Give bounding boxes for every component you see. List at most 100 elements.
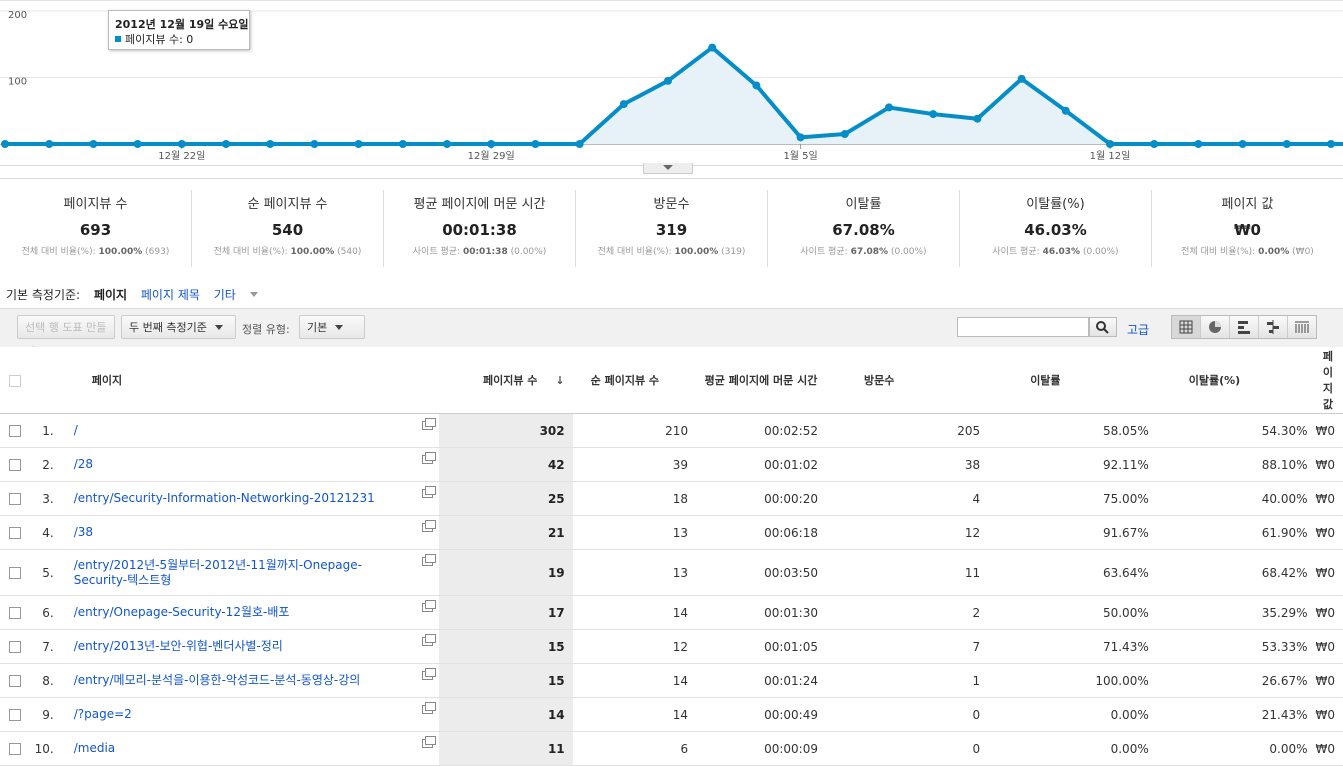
pivot-view-button[interactable] [1288, 316, 1316, 338]
data-point [841, 130, 849, 138]
open-external-icon[interactable] [422, 603, 433, 612]
data-point [310, 140, 318, 148]
table-row: 3./entry/Security-Information-Networking… [0, 482, 1343, 516]
col-header-pageviews[interactable]: 페이지뷰 수↓ [439, 347, 572, 414]
open-external-icon[interactable] [422, 489, 433, 498]
data-point [355, 140, 363, 148]
dimension-page[interactable]: 페이지 [94, 288, 127, 302]
pie-view-button[interactable] [1201, 316, 1230, 338]
data-point [797, 133, 805, 141]
scorecard[interactable]: 순 페이지뷰 수540전체 대비 비율(%): 100.00% (540) [192, 190, 384, 267]
data-point [89, 140, 97, 148]
scorecard-value: 693 [0, 221, 191, 241]
dimension-other-dropdown[interactable]: 기타 [214, 288, 268, 302]
page-link[interactable]: /media [74, 741, 440, 756]
sort-type-dropdown[interactable]: 기본 [299, 315, 365, 339]
open-external-icon[interactable] [422, 671, 433, 680]
row-checkbox[interactable] [9, 493, 21, 505]
col-header-page-value[interactable]: 페이지 값 [1316, 347, 1343, 414]
row-checkbox[interactable] [9, 459, 21, 471]
comparison-view-button[interactable] [1259, 316, 1288, 338]
page-link[interactable]: / [74, 423, 440, 438]
data-point [222, 140, 230, 148]
cell-pageviews: 17 [439, 596, 572, 630]
table-row: 6./entry/Onepage-Security-12월호-배포171400:… [0, 596, 1343, 630]
cell-page-value: ₩0 [1316, 596, 1343, 630]
chart-collapse-button[interactable] [643, 163, 693, 174]
open-external-icon[interactable] [422, 705, 433, 714]
cell-exit-rate: 21.43% [1157, 698, 1316, 732]
row-checkbox[interactable] [9, 675, 21, 687]
cell-exit-rate: 54.30% [1157, 414, 1316, 448]
cell-exit-rate: 68.42% [1157, 550, 1316, 596]
cell-pageviews: 25 [439, 482, 572, 516]
cell-visits: 0 [826, 732, 988, 766]
scorecard[interactable]: 페이지 값₩0전체 대비 비율(%): 0.00% (₩0) [1152, 190, 1343, 267]
scorecard-value: 319 [576, 221, 767, 241]
cell-visits: 1 [826, 664, 988, 698]
cell-pageviews: 15 [439, 630, 572, 664]
row-number: 5. [29, 550, 66, 596]
row-checkbox[interactable] [9, 641, 21, 653]
data-point [576, 140, 584, 148]
dimension-page-title[interactable]: 페이지 제목 [141, 288, 200, 302]
search-input[interactable] [957, 317, 1089, 337]
scorecard-label: 페이지뷰 수 [0, 193, 191, 213]
secondary-dimension-dropdown[interactable]: 두 번째 측정기준 [121, 315, 236, 339]
col-header-unique-pageviews[interactable]: 순 페이지뷰 수 [573, 347, 696, 414]
select-all-checkbox[interactable] [9, 375, 21, 387]
data-point [664, 77, 672, 85]
scorecard-comparison: 사이트 평균: 67.08% (0.00%) [768, 244, 959, 257]
cell-avg-time: 00:01:24 [696, 664, 826, 698]
col-header-visits[interactable]: 방문수 [826, 347, 988, 414]
cell-visits: 0 [826, 698, 988, 732]
scorecard[interactable]: 페이지뷰 수 693 전체 대비 비율(%): 100.00% (693) [0, 190, 192, 267]
col-header-avg-time[interactable]: 평균 페이지에 머문 시간 [696, 347, 826, 414]
page-link[interactable]: /entry/2012년-5월부터-2012년-11월까지-Onepage-Se… [74, 558, 440, 588]
page-link[interactable]: /entry/메모리-분석을-이용한-악성코드-분석-동영상-강의 [74, 673, 440, 688]
scorecard[interactable]: 평균 페이지에 머문 시간00:01:38사이트 평균: 00:01:38 (0… [384, 190, 576, 267]
data-point [1327, 140, 1335, 148]
row-checkbox[interactable] [9, 425, 21, 437]
open-external-icon[interactable] [422, 421, 433, 430]
col-header-exit-rate[interactable]: 이탈률(%) [1157, 347, 1316, 414]
cell-bounce-rate: 71.43% [988, 630, 1157, 664]
row-checkbox[interactable] [9, 527, 21, 539]
bar-view-button[interactable] [1230, 316, 1259, 338]
plot-rows-button[interactable]: 선택 행 도표 만들기 [17, 315, 115, 339]
advanced-filter-link[interactable]: 고급 [1127, 321, 1149, 338]
cell-exit-rate: 0.00% [1157, 732, 1316, 766]
scorecard[interactable]: 방문수319전체 대비 비율(%): 100.00% (319) [576, 190, 768, 267]
scorecard-value: 00:01:38 [384, 221, 575, 241]
page-link[interactable]: /entry/Security-Information-Networking-2… [74, 491, 440, 506]
row-checkbox[interactable] [9, 567, 21, 579]
page-link[interactable]: /28 [74, 457, 440, 472]
comparison-prefix: 전체 대비 비율(%): [1181, 247, 1255, 257]
scorecard[interactable]: 이탈률67.08%사이트 평균: 67.08% (0.00%) [768, 190, 960, 267]
data-point [929, 110, 937, 118]
data-point [1150, 140, 1158, 148]
scorecard[interactable]: 이탈률(%)46.03%사이트 평균: 46.03% (0.00%) [960, 190, 1152, 267]
open-external-icon[interactable] [422, 455, 433, 464]
cell-visits: 11 [826, 550, 988, 596]
col-header-bounce-rate[interactable]: 이탈률 [988, 347, 1157, 414]
row-checkbox[interactable] [9, 743, 21, 755]
comparison-prefix: 전체 대비 비율(%): [22, 247, 96, 257]
open-external-icon[interactable] [422, 523, 433, 532]
col-header-page[interactable]: 페이지 [66, 347, 440, 414]
open-external-icon[interactable] [422, 557, 433, 566]
row-checkbox[interactable] [9, 709, 21, 721]
table-view-button[interactable] [1172, 316, 1201, 338]
page-link[interactable]: /?page=2 [74, 707, 440, 722]
page-link[interactable]: /entry/Onepage-Security-12월호-배포 [74, 605, 440, 620]
scorecard-comparison: 전체 대비 비율(%): 100.00% (693) [0, 244, 191, 257]
row-checkbox[interactable] [9, 607, 21, 619]
cell-pageviews: 302 [439, 414, 572, 448]
cell-pageviews: 11 [439, 732, 572, 766]
page-link[interactable]: /entry/2013년-보안-위협-벤더사별-정리 [74, 639, 440, 654]
data-point [134, 140, 142, 148]
open-external-icon[interactable] [422, 637, 433, 646]
page-link[interactable]: /38 [74, 525, 440, 540]
search-button[interactable] [1089, 317, 1117, 337]
chevron-down-icon [663, 165, 673, 170]
